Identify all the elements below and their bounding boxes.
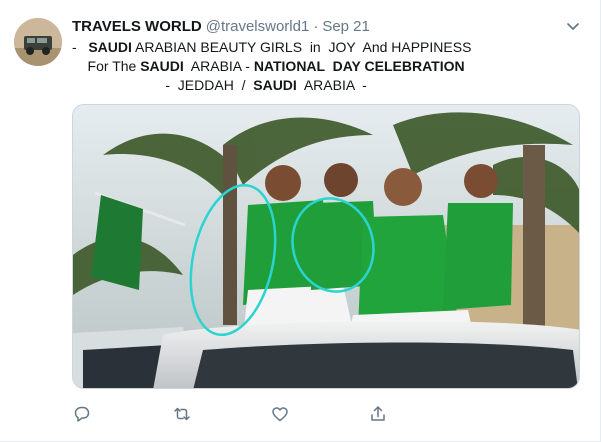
tweet-date[interactable]: Sep 21 <box>322 18 370 35</box>
share-icon[interactable] <box>368 404 388 424</box>
tweet-text-segment: ARABIA - <box>183 58 254 74</box>
retweet-icon[interactable] <box>172 404 192 424</box>
tweet-header: TRAVELS WORLD @travelsworld1 · Sep 21 <box>72 16 370 36</box>
tweet-text-segment: For The <box>72 58 141 74</box>
tweet-text-segment: ARABIAN BEAUTY GIRLS in JOY And HAPPINES… <box>131 39 472 55</box>
tweet-text-bold: SAUDI <box>253 77 297 93</box>
tweet-photo[interactable] <box>72 104 580 389</box>
tweet-text-bold: SAUDI <box>140 58 184 74</box>
chevron-down-icon[interactable] <box>563 16 583 36</box>
tweet-text-segment: - JEDDAH / <box>72 77 254 93</box>
tweet-line: - JEDDAH / SAUDI ARABIA - <box>72 76 592 95</box>
tweet-text-segment: ARABIA - <box>296 77 367 93</box>
tweet-line: For The SAUDI ARABIA - NATIONAL DAY CELE… <box>72 57 592 76</box>
tweet-text-bold: SAUDI <box>88 39 132 55</box>
tweet-text: - SAUDI ARABIAN BEAUTY GIRLS in JOY And … <box>72 38 592 95</box>
separator-dot: · <box>313 17 319 35</box>
author-name[interactable]: TRAVELS WORLD <box>72 18 202 35</box>
tweet-text-bold: NATIONAL DAY CELEBRATION <box>253 58 465 74</box>
tweet-card[interactable]: TRAVELS WORLD @travelsworld1 · Sep 21 - … <box>0 0 601 442</box>
tweet-actions <box>72 404 392 428</box>
author-handle[interactable]: @travelsworld1 <box>206 18 310 35</box>
reply-icon[interactable] <box>72 404 92 424</box>
avatar[interactable] <box>14 18 62 66</box>
tweet-line: - SAUDI ARABIAN BEAUTY GIRLS in JOY And … <box>72 38 592 57</box>
photo-illustration <box>73 105 579 388</box>
avatar-image <box>14 18 62 66</box>
tweet-text-segment: - <box>72 39 89 55</box>
heart-icon[interactable] <box>270 404 290 424</box>
